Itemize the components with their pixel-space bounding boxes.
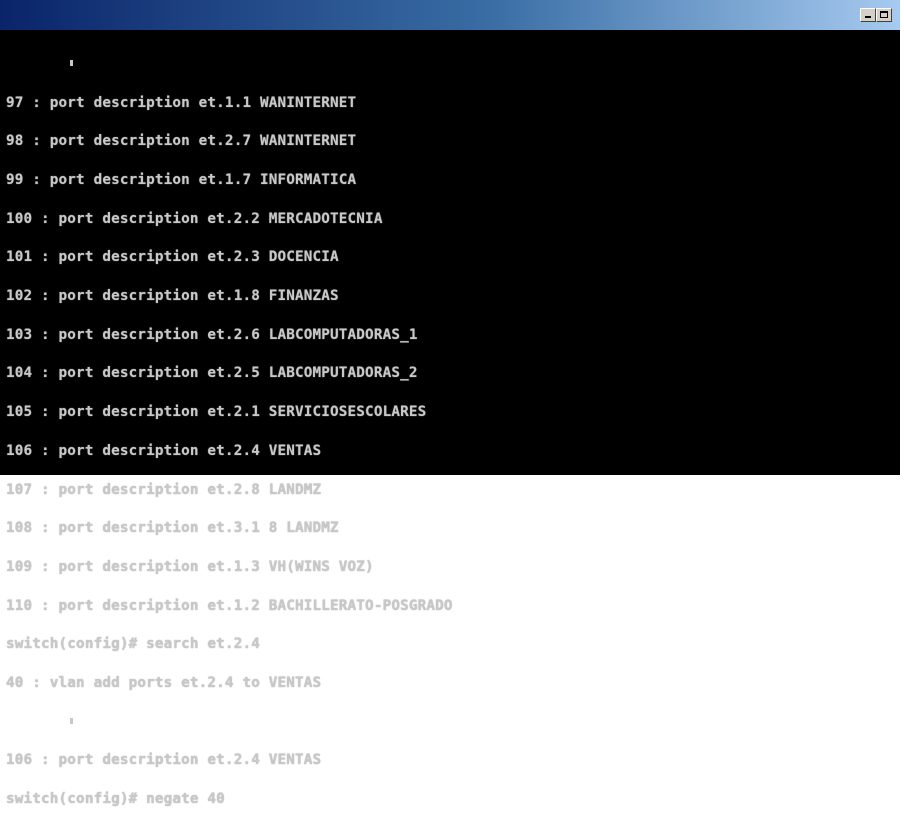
console-prompt-line: switch(config)# negate 40 (6, 791, 225, 808)
console-line: 107 : port description et.2.8 LANDMZ (6, 481, 322, 498)
console-line: 97 : port description et.1.1 WANINTERNET (6, 94, 357, 111)
cursor-mark (70, 59, 73, 66)
console-line: 102 : port description et.1.8 FINANZAS (6, 288, 339, 305)
console-line: 40 : vlan add ports et.2.4 to VENTAS (6, 675, 322, 692)
title-bar[interactable] (0, 0, 900, 30)
console-line: 103 : port description et.2.6 LABCOMPUTA… (6, 326, 418, 343)
console-line: 98 : port description et.2.7 WANINTERNET (6, 133, 357, 150)
console-line: 105 : port description et.2.1 SERVICIOSE… (6, 404, 427, 421)
cursor-mark (70, 717, 73, 724)
console-line: 99 : port description et.1.7 INFORMATICA (6, 171, 357, 188)
console-line: switch(config)# search et.2.4 (6, 636, 260, 653)
console-line: 108 : port description et.3.1 8 LANDMZ (6, 520, 339, 537)
console-line: 106 : port description et.2.4 VENTAS (6, 442, 322, 459)
console-line: 100 : port description et.2.2 MERCADOTEC… (6, 210, 383, 227)
console-line: 110 : port description et.1.2 BACHILLERA… (6, 597, 453, 614)
console-line: 109 : port description et.1.3 VH(WINS VO… (6, 558, 374, 575)
console-line: 101 : port description et.2.3 DOCENCIA (6, 249, 339, 266)
maximize-button[interactable] (876, 8, 892, 22)
window-controls (860, 8, 892, 22)
terminal-window: 97 : port description et.1.1 WANINTERNET… (0, 0, 900, 806)
console-line: 104 : port description et.2.5 LABCOMPUTA… (6, 365, 418, 382)
console-marker (6, 716, 886, 729)
console-line: 106 : port description et.2.4 VENTAS (6, 752, 322, 769)
console-output[interactable]: 97 : port description et.1.1 WANINTERNET… (6, 32, 886, 806)
console-marker (6, 58, 886, 71)
minimize-button[interactable] (860, 8, 876, 22)
scrollbar[interactable] (896, 30, 900, 475)
